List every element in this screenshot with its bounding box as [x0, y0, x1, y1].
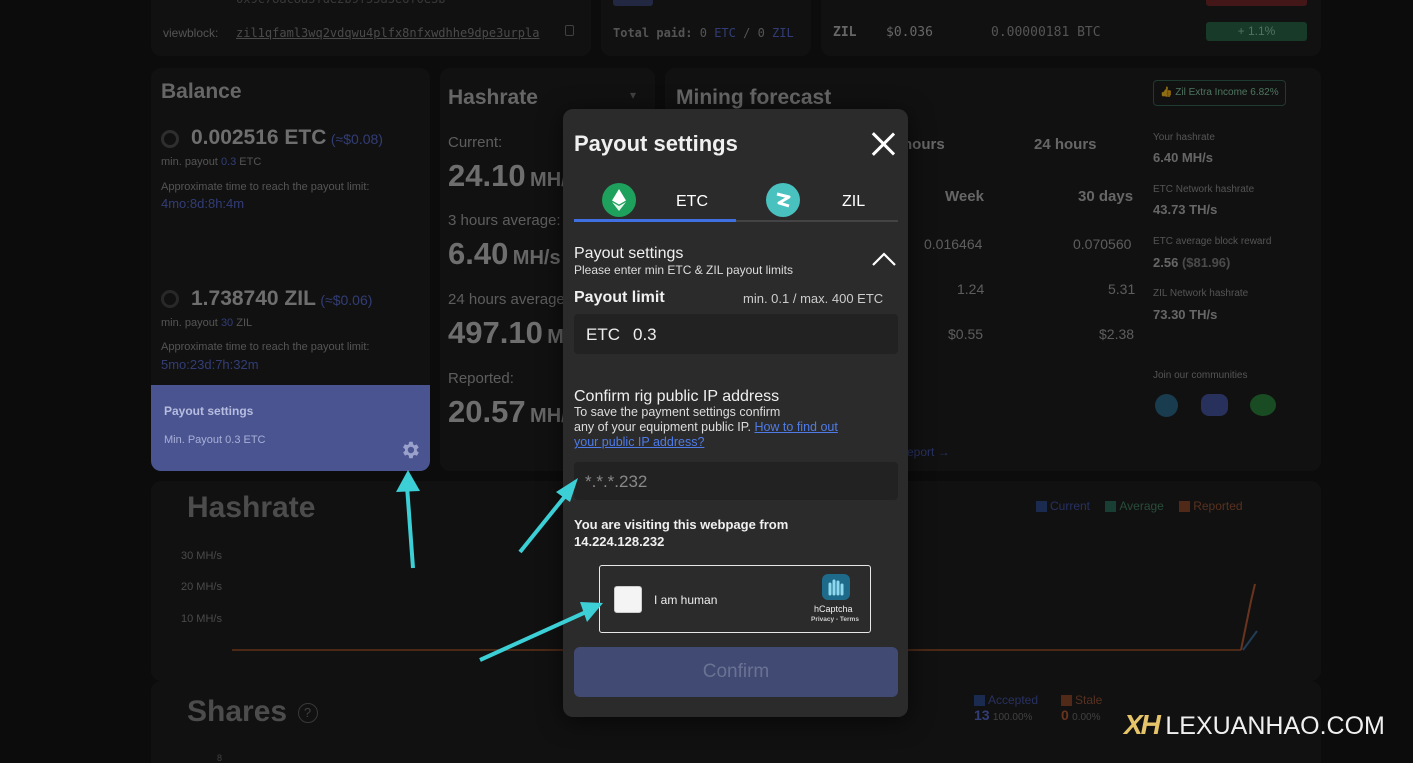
arrow-to-gear [396, 470, 420, 569]
arrow-to-ip-input [518, 478, 578, 554]
watermark-site: LEXUANHAO.COM [1165, 712, 1385, 740]
watermark: XH LEXUANHAO.COM [1124, 709, 1385, 741]
arrow-to-captcha [479, 602, 603, 662]
watermark-logo: XH [1124, 709, 1161, 740]
annotation-arrows [396, 470, 603, 662]
